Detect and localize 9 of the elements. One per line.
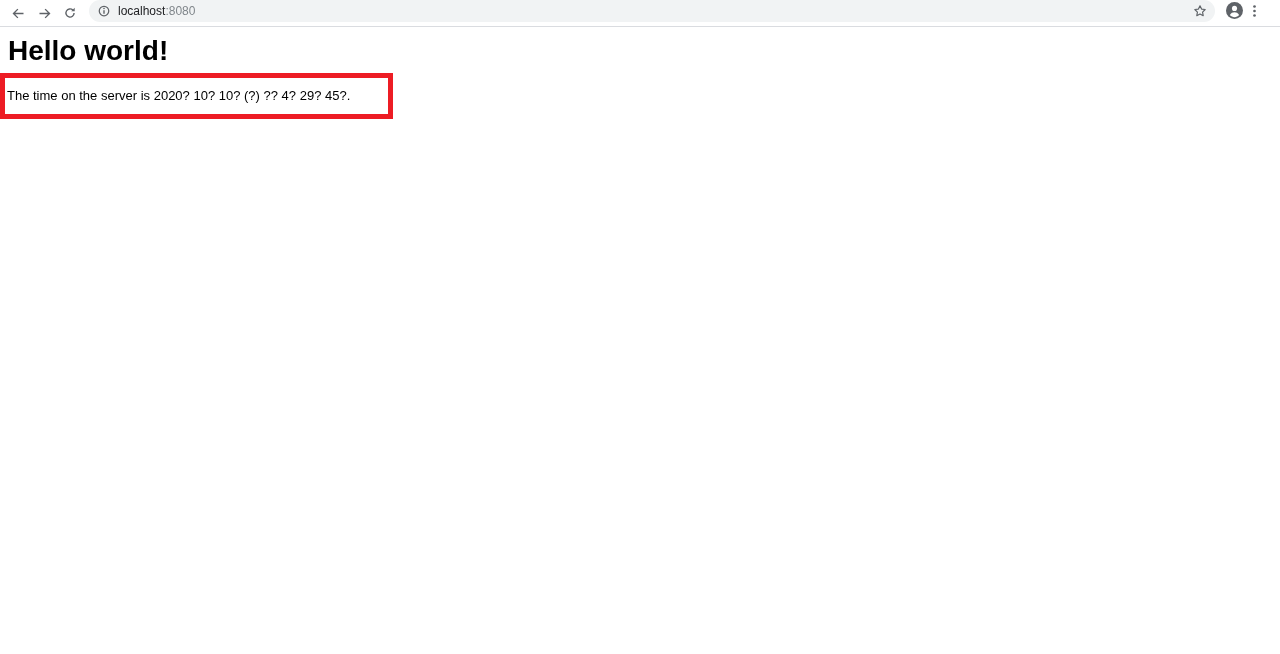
url-text: localhost:8080 (118, 4, 196, 17)
profile-icon[interactable] (1226, 2, 1243, 19)
info-icon (98, 4, 110, 17)
star-icon[interactable] (1193, 3, 1207, 18)
page-heading: Hello world! (8, 34, 169, 68)
reload-icon[interactable] (63, 6, 77, 20)
menu-icon[interactable] (1253, 4, 1256, 17)
server-time-text: The time on the server is 2020? 10? 10? (?) ?? 4? 29? 45?. (7, 88, 351, 104)
address-bar[interactable]: localhost:8080 (89, 0, 1215, 22)
